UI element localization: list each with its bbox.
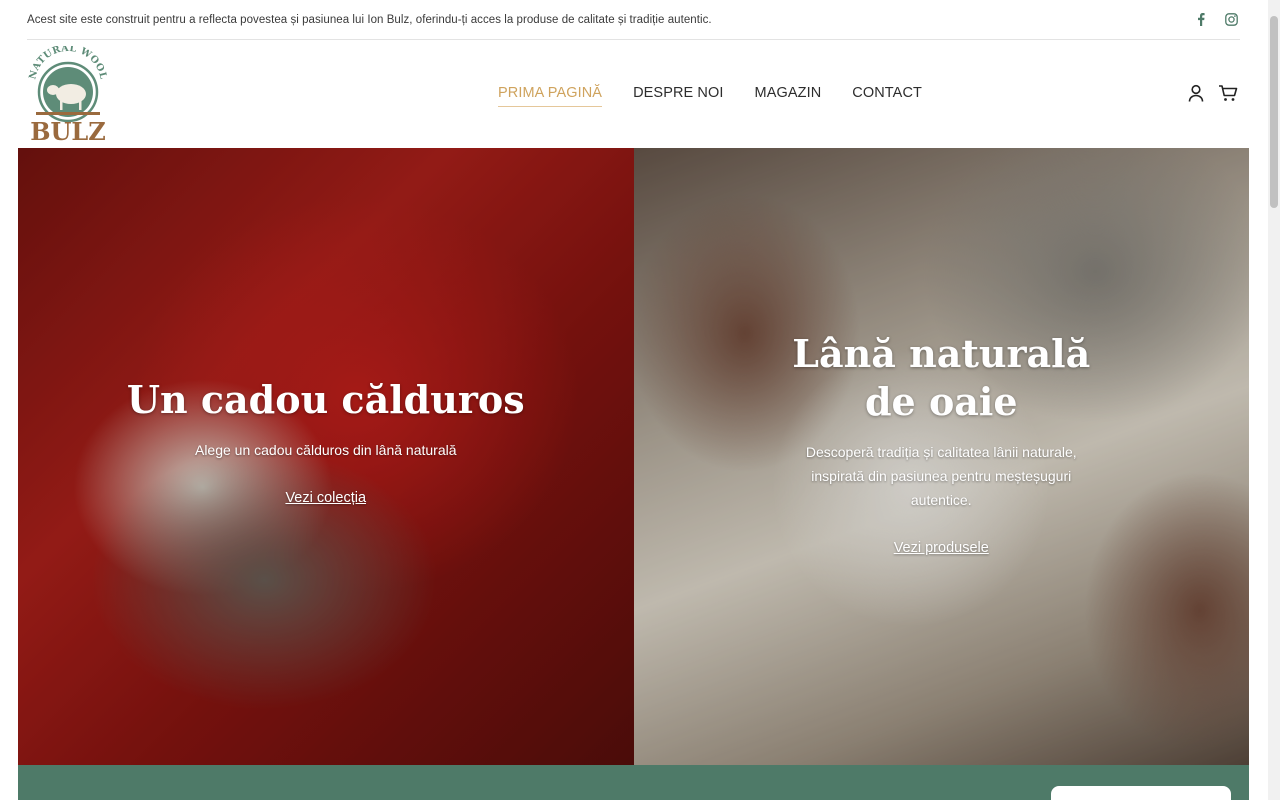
page-scrollbar[interactable] bbox=[1268, 0, 1280, 800]
account-icon[interactable] bbox=[1186, 83, 1206, 103]
cart-icon[interactable] bbox=[1218, 83, 1238, 103]
instagram-icon[interactable] bbox=[1224, 13, 1238, 27]
nav-item-prima-pagina[interactable]: PRIMA PAGINĂ bbox=[498, 85, 603, 107]
hero-gift-description: Alege un cadou călduros din lână natural… bbox=[194, 442, 457, 458]
hero-panel-gift-content: Un cadou călduros Alege un cadou călduro… bbox=[18, 376, 634, 507]
band-button[interactable] bbox=[1051, 786, 1231, 806]
main-nav: PRIMA PAGINĂ DESPRE NOI MAGAZIN CONTACT bbox=[498, 85, 922, 107]
announcement-bar: Acest site este construit pentru a refle… bbox=[27, 0, 1240, 40]
nav-item-magazin[interactable]: MAGAZIN bbox=[755, 85, 822, 107]
view-products-link[interactable]: Vezi produsele bbox=[894, 540, 989, 556]
hero-panel-wool: Lână naturală de oaie Descoperă tradiția… bbox=[633, 148, 1250, 765]
promo-band bbox=[18, 765, 1249, 806]
hero-gift-title: Un cadou călduros bbox=[126, 377, 525, 422]
nav-item-contact[interactable]: CONTACT bbox=[852, 85, 922, 107]
hero-panel-wool-content: Lână naturală de oaie Descoperă tradiția… bbox=[634, 330, 1250, 557]
view-collection-link[interactable]: Vezi colecția bbox=[285, 490, 366, 506]
nav-item-despre-noi[interactable]: DESPRE NOI bbox=[633, 85, 723, 107]
hero-banner: Un cadou călduros Alege un cadou călduro… bbox=[18, 148, 1249, 765]
hero-wool-title: Lână naturală de oaie bbox=[792, 331, 1091, 424]
site-logo[interactable]: NATURAL WOOL BULZ bbox=[27, 43, 109, 146]
header-actions bbox=[1186, 83, 1238, 103]
logo-brand-text: BULZ bbox=[30, 117, 106, 142]
hero-wool-description: Descoperă tradiția și calitatea lânii na… bbox=[805, 444, 1077, 508]
facebook-icon[interactable] bbox=[1194, 13, 1208, 27]
announcement-text: Acest site este construit pentru a refle… bbox=[27, 13, 712, 26]
site-header: NATURAL WOOL BULZ PRIMA PAGINĂ DESPRE NO… bbox=[0, 40, 1280, 148]
social-links bbox=[1194, 13, 1238, 27]
scrollbar-thumb[interactable] bbox=[1270, 16, 1278, 208]
hero-panel-gift: Un cadou călduros Alege un cadou călduro… bbox=[18, 148, 634, 765]
